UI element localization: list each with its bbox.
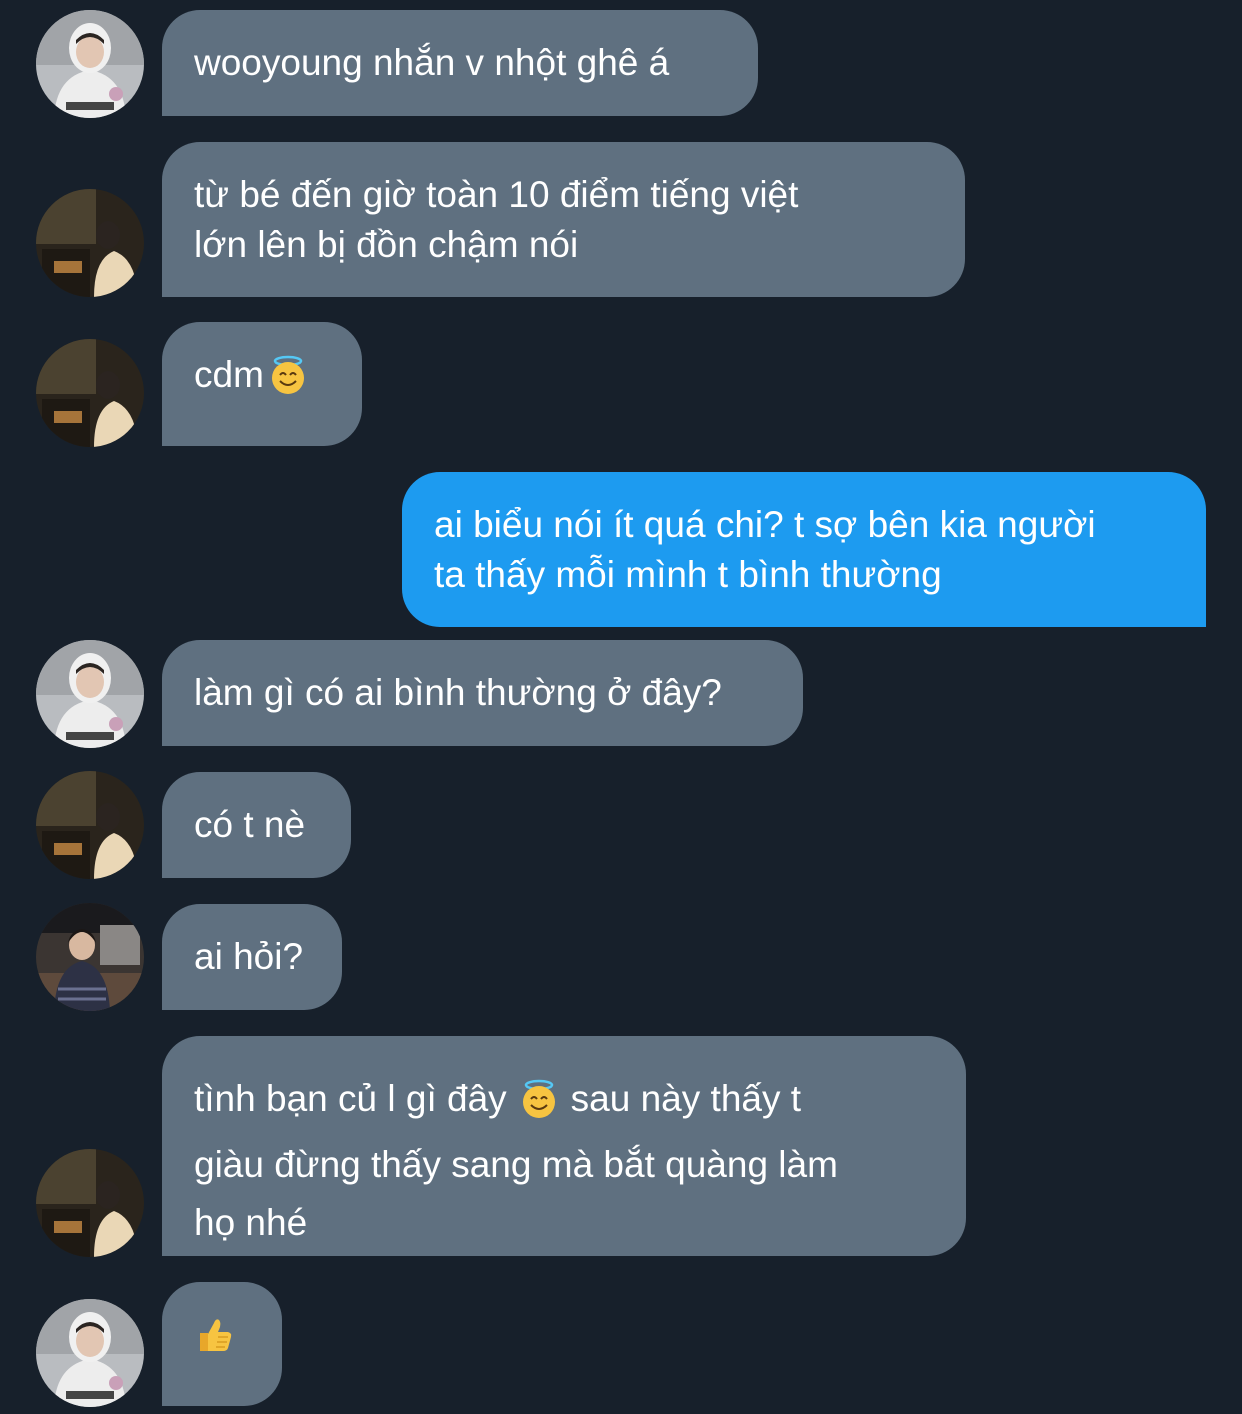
- message-bubble[interactable]: có t nè: [162, 772, 351, 878]
- conversation: wooyoung nhắn v nhột ghê á từ bé đến giờ…: [0, 0, 1242, 1414]
- avatar-hoodie-image: [36, 640, 144, 748]
- avatar[interactable]: [36, 1299, 144, 1407]
- avatar-night-image: [36, 1149, 144, 1257]
- message-text: ta thấy mỗi mình t bình thường: [434, 554, 942, 595]
- message-bubble[interactable]: tình bạn củ l gì đây sau này thấy t giàu…: [162, 1036, 966, 1256]
- avatar-hoodie-image: [36, 1299, 144, 1407]
- message-bubble[interactable]: wooyoung nhắn v nhột ghê á: [162, 10, 758, 116]
- message-bubble[interactable]: ai hỏi?: [162, 904, 342, 1010]
- message-bubble-own[interactable]: ai biểu nói ít quá chi? t sợ bên kia ngư…: [402, 472, 1206, 627]
- message-text: từ bé đến giờ toàn 10 điểm tiếng việt: [194, 174, 799, 215]
- avatar[interactable]: [36, 771, 144, 879]
- message-bubble[interactable]: [162, 1282, 282, 1406]
- avatar-night-image: [36, 189, 144, 297]
- avatar-night-image: [36, 339, 144, 447]
- message-text: giàu đừng thấy sang mà bắt quàng làm: [194, 1144, 838, 1185]
- avatar-night-image: [36, 771, 144, 879]
- avatar[interactable]: [36, 640, 144, 748]
- message-text: lớn lên bị đồn chậm nói: [194, 224, 579, 265]
- message-text: sau này thấy t: [570, 1078, 802, 1119]
- message-text: ai hỏi?: [194, 936, 304, 977]
- message-text: có t nè: [194, 804, 306, 845]
- avatar-cafe-image: [36, 903, 144, 1011]
- avatar[interactable]: [36, 10, 144, 118]
- message-text: tình bạn củ l gì đây: [194, 1078, 507, 1119]
- message-text: cdm: [194, 354, 264, 395]
- message-text: ai biểu nói ít quá chi? t sợ bên kia ngư…: [434, 504, 1096, 545]
- avatar[interactable]: [36, 1149, 144, 1257]
- avatar-hoodie-image: [36, 10, 144, 118]
- avatar[interactable]: [36, 903, 144, 1011]
- message-bubble[interactable]: làm gì có ai bình thường ở đây?: [162, 640, 803, 746]
- avatar[interactable]: [36, 339, 144, 447]
- smiling-halo-emoji-icon: [268, 355, 308, 408]
- message-text: wooyoung nhắn v nhột ghê á: [194, 42, 670, 83]
- message-bubble[interactable]: từ bé đến giờ toàn 10 điểm tiếng việt lớ…: [162, 142, 965, 297]
- message-text: họ nhé: [194, 1202, 308, 1243]
- thumbs-up-emoji-icon: [194, 1315, 234, 1368]
- avatar[interactable]: [36, 189, 144, 297]
- message-text: làm gì có ai bình thường ở đây?: [194, 672, 722, 713]
- message-bubble[interactable]: cdm: [162, 322, 362, 446]
- smiling-halo-emoji-icon: [519, 1078, 559, 1136]
